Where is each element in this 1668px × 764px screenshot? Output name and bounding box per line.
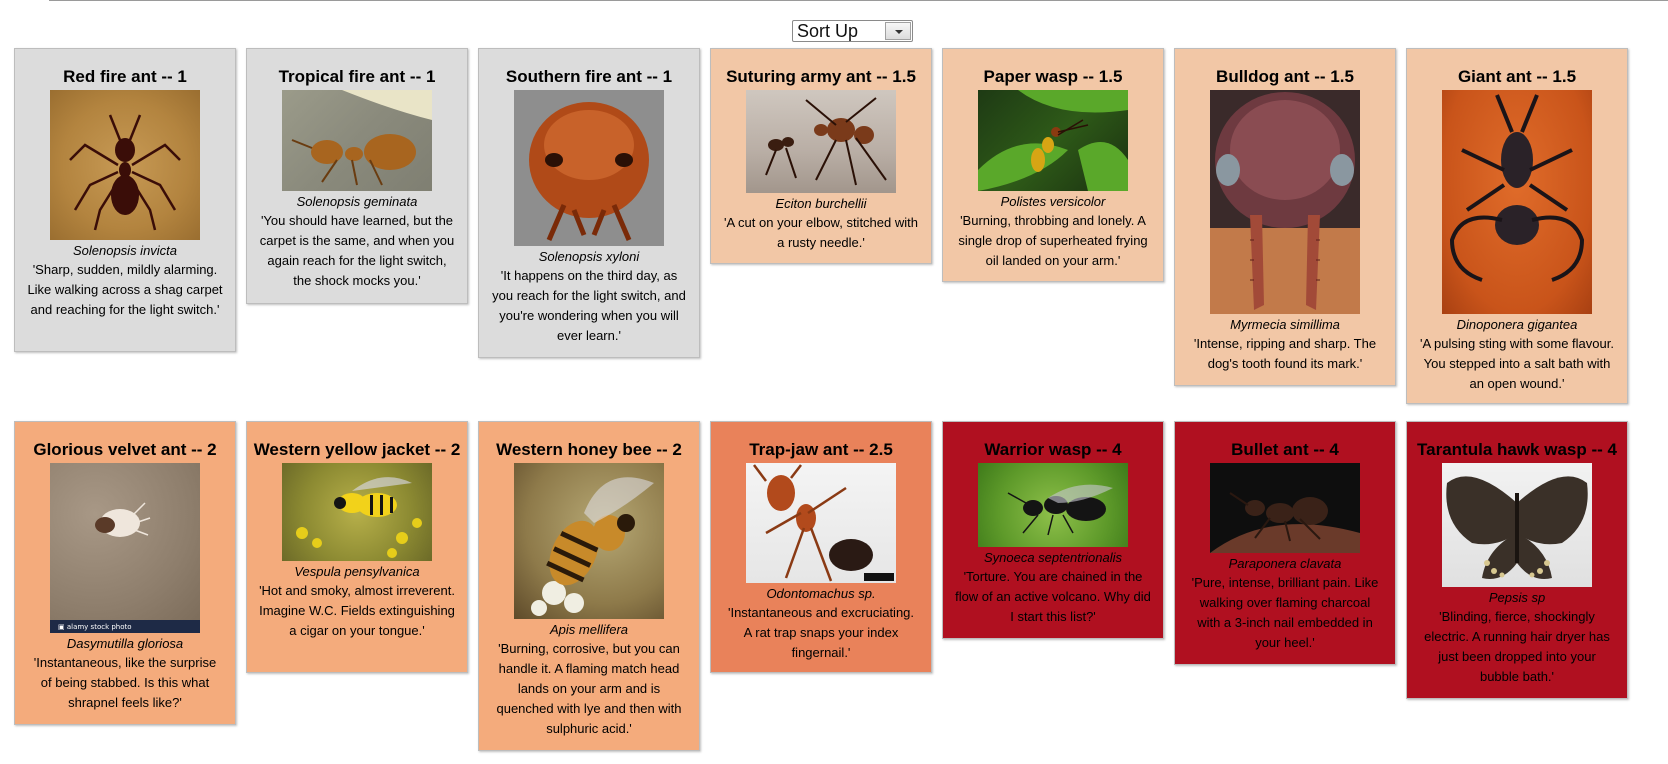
sting-card: Trap-jaw ant -- 2.5 Odontomachus sp. 'In…: [710, 421, 932, 673]
card-title: Giant ant -- 1.5: [1457, 67, 1577, 86]
card-scientific-name: Odontomachus sp.: [766, 586, 876, 601]
card-scientific-name: Paraponera clavata: [1228, 556, 1342, 571]
tarantula-hawk-photo: [1442, 463, 1592, 587]
bullet-ant-photo: [1210, 463, 1360, 553]
honey-bee-photo: [514, 463, 664, 619]
sting-card: Bulldog ant -- 1.5 Myrmecia simillima 'I…: [1174, 48, 1396, 386]
trap-jaw-ant-photo: [746, 463, 896, 583]
card-scientific-name: Pepsis sp: [1488, 590, 1546, 605]
sting-card: Glorious velvet ant -- 2 ▣ alamy stock p…: [14, 421, 236, 725]
paper-wasp-photo: [978, 90, 1128, 191]
card-title: Glorious velvet ant -- 2: [33, 440, 217, 459]
card-scientific-name: Myrmecia simillima: [1230, 317, 1340, 332]
card-description: 'Hot and smoky, almost irreverent. Imagi…: [259, 583, 455, 638]
card-scientific-name: Solenopsis invicta: [72, 243, 178, 258]
sting-card: Southern fire ant -- 1 Solenopsis xyloni…: [478, 48, 700, 358]
bulldog-ant-photo: [1210, 90, 1360, 314]
card-scientific-name: Solenopsis xyloni: [538, 249, 640, 264]
card-description: 'Instantaneous and excruciating. A rat t…: [727, 605, 915, 660]
card-description: 'It happens on the third day, as you rea…: [492, 268, 686, 343]
card-scientific-name: Polistes versicolor: [1000, 194, 1106, 209]
yellow-jacket-photo: [282, 463, 432, 561]
card-description: 'A cut on your elbow, stitched with a ru…: [724, 215, 918, 250]
card-title: Warrior wasp -- 4: [984, 440, 1122, 459]
card-title: Suturing army ant -- 1.5: [726, 67, 916, 86]
card-scientific-name: Apis mellifera: [549, 622, 629, 637]
card-scientific-name: Synoeca septentrionalis: [983, 550, 1123, 565]
sting-card: Tarantula hawk wasp -- 4 Pepsis sp 'Blin…: [1406, 421, 1628, 699]
sting-card: Giant ant -- 1.5 Dinoponera gigantea 'A …: [1406, 48, 1628, 404]
card-title: Western honey bee -- 2: [496, 440, 682, 459]
tropical-fire-ant-photo: [282, 90, 432, 191]
card-title: Southern fire ant -- 1: [505, 67, 673, 86]
sting-card: Paper wasp -- 1.5 Polistes versicolor 'B…: [942, 48, 1164, 282]
velvet-ant-photo: ▣ alamy stock photo: [50, 463, 200, 633]
card-title: Western yellow jacket -- 2: [253, 440, 461, 459]
card-description: 'Instantaneous, like the surprise of bei…: [33, 655, 217, 710]
southern-fire-ant-photo: [514, 90, 664, 246]
card-title: Tarantula hawk wasp -- 4: [1417, 440, 1617, 459]
card-scientific-name: Eciton burchellii: [775, 196, 867, 211]
card-description: 'Torture. You are chained in the flow of…: [955, 569, 1151, 624]
sort-select-value: Sort Up: [797, 21, 859, 41]
sting-card: Bullet ant -- 4 Paraponera clavata 'Pure…: [1174, 421, 1396, 665]
card-description: 'Pure, intense, brilliant pain. Like wal…: [1191, 575, 1379, 650]
sting-card: Warrior wasp -- 4 Synoeca septentrionali…: [942, 421, 1164, 639]
card-title: Trap-jaw ant -- 2.5: [749, 440, 893, 459]
giant-ant-photo: [1442, 90, 1592, 314]
army-ant-photo: [746, 90, 896, 193]
card-description: 'You should have learned, but the carpet…: [259, 213, 455, 288]
card-title: Bulldog ant -- 1.5: [1216, 67, 1354, 86]
card-title: Tropical fire ant -- 1: [278, 67, 436, 86]
card-title: Paper wasp -- 1.5: [983, 67, 1123, 86]
card-description: 'Blinding, fierce, shockingly electric. …: [1424, 609, 1610, 684]
sting-card: Tropical fire ant -- 1 Solenopsis gemina…: [246, 48, 468, 304]
card-description: 'Sharp, sudden, mildly alarming. Like wa…: [27, 262, 223, 317]
card-description: 'Intense, ripping and sharp. The dog's t…: [1193, 336, 1377, 371]
card-title: Red fire ant -- 1: [63, 67, 187, 86]
chevron-down-icon[interactable]: [885, 22, 911, 40]
red-fire-ant-photo: [50, 90, 200, 240]
sort-select[interactable]: Sort Up: [792, 20, 913, 42]
card-description: 'Burning, throbbing and lonely. A single…: [958, 213, 1148, 268]
sting-card: Western honey bee -- 2 Apis mellifera 'B…: [478, 421, 700, 751]
top-divider: [49, 0, 1668, 1]
sting-card: Red fire ant -- 1 Solenopsis invicta 'Sh…: [14, 48, 236, 352]
card-description: 'Burning, corrosive, but you can handle …: [496, 641, 682, 736]
card-scientific-name: Vespula pensylvanica: [294, 564, 420, 579]
sting-card: Suturing army ant -- 1.5 Eciton burchell…: [710, 48, 932, 264]
card-scientific-name: Dinoponera gigantea: [1456, 317, 1578, 332]
warrior-wasp-photo: [978, 463, 1128, 547]
card-title: Bullet ant -- 4: [1231, 440, 1339, 459]
card-description: 'A pulsing sting with some flavour. You …: [1420, 336, 1614, 391]
card-scientific-name: Dasymutilla gloriosa: [66, 636, 184, 651]
card-scientific-name: Solenopsis geminata: [296, 194, 418, 209]
sting-card: Western yellow jacket -- 2 Vespula pensy…: [246, 421, 468, 673]
svg-text:▣ alamy stock photo: ▣ alamy stock photo: [58, 623, 132, 631]
